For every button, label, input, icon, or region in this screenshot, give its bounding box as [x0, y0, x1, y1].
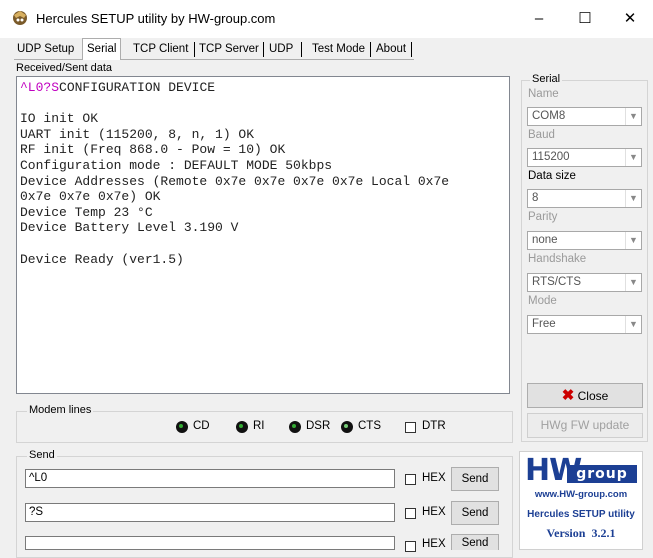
parity-label: Parity [528, 211, 558, 223]
tab-separator [411, 42, 412, 57]
maximize-button[interactable]: ☐ [562, 0, 608, 38]
terminal-line: Device Addresses (Remote 0x7e 0x7e 0x7e … [20, 173, 450, 189]
close-x-icon: ✖ [561, 387, 575, 404]
mode-value: Free [532, 318, 556, 330]
tab-udp[interactable]: UDP [266, 40, 296, 58]
chevron-down-icon: ▼ [625, 190, 641, 207]
window-title: Hercules SETUP utility by HW-group.com [36, 11, 276, 26]
hex-checkbox-2[interactable] [405, 508, 416, 519]
data-size-value: 8 [532, 192, 539, 204]
parity-select[interactable]: none ▼ [527, 231, 642, 250]
logo-version: Version 3.2.1 [546, 526, 616, 540]
cts-led-icon [341, 421, 353, 433]
mode-select[interactable]: Free ▼ [527, 315, 642, 334]
dsr-label: DSR [306, 420, 331, 432]
send-button-2[interactable]: Send [451, 501, 499, 525]
handshake-label: Handshake [528, 253, 587, 265]
cts-label: CTS [358, 420, 381, 432]
terminal-line: Configuration mode : DEFAULT MODE 50kbps [20, 157, 333, 173]
cd-led-icon [176, 421, 188, 433]
received-data-label: Received/Sent data [16, 62, 113, 74]
received-data-terminal[interactable]: ^L0?SCONFIGURATION DEVICE IO init OK UAR… [16, 76, 510, 394]
serial-group-label: Serial [530, 73, 563, 85]
ri-led-icon [236, 421, 248, 433]
chevron-down-icon: ▼ [625, 108, 641, 125]
terminal-line: RF init (Freq 868.0 - Pow = 10) OK [20, 142, 286, 158]
handshake-select[interactable]: RTS/CTS ▼ [527, 273, 642, 292]
tab-udp-setup[interactable]: UDP Setup [14, 40, 77, 58]
tab-test-mode[interactable]: Test Mode [309, 40, 368, 58]
dtr-checkbox[interactable] [405, 422, 416, 433]
baud-label: Baud [528, 129, 555, 141]
hex-label-1: HEX [422, 472, 446, 484]
logo-group: group [567, 465, 637, 483]
logo-hw: HW [525, 453, 582, 488]
hex-label-3: HEX [422, 538, 446, 550]
hwg-fw-update-button[interactable]: HWg FW update [527, 413, 643, 438]
name-label: Name [528, 88, 559, 100]
send-button-1[interactable]: Send [451, 467, 499, 491]
tab-serial[interactable]: Serial [82, 38, 122, 60]
dtr-label: DTR [422, 420, 446, 432]
baud-value: 115200 [532, 151, 570, 163]
hex-label-2: HEX [422, 506, 446, 518]
tab-separator [370, 42, 371, 57]
port-name-value: COM8 [532, 110, 566, 122]
terminal-line: UART init (115200, 8, n, 1) OK [20, 126, 255, 142]
close-window-button[interactable]: ✕ [607, 0, 653, 38]
logo-url: www.HW-group.com [534, 489, 628, 500]
terminal-line: IO init OK [20, 111, 99, 127]
cd-label: CD [193, 420, 210, 432]
minimize-button[interactable]: – [516, 0, 562, 38]
terminal-line: Device Battery Level 3.190 V [20, 220, 239, 236]
send-input-1[interactable]: ^L0 [25, 469, 395, 488]
tab-separator [263, 42, 264, 57]
send-group-label: Send [27, 449, 57, 461]
parity-value: none [532, 234, 558, 246]
terminal-line: 0x7e 0x7e 0x7e) OK [20, 189, 161, 205]
tab-separator [194, 42, 195, 57]
terminal-first-line: CONFIGURATION DEVICE [59, 80, 216, 95]
data-size-select[interactable]: 8 ▼ [527, 189, 642, 208]
port-name-select[interactable]: COM8 ▼ [527, 107, 642, 126]
hex-checkbox-1[interactable] [405, 474, 416, 485]
send-button-3[interactable]: Send [451, 534, 499, 550]
chevron-down-icon: ▼ [625, 232, 641, 249]
ri-label: RI [253, 420, 265, 432]
terminal-line: Device Temp 23 °C [20, 204, 153, 220]
tab-tcp-client[interactable]: TCP Client [130, 40, 191, 58]
close-port-label: Close [577, 389, 609, 403]
dsr-led-icon [289, 421, 301, 433]
chevron-down-icon: ▼ [625, 316, 641, 333]
baud-select[interactable]: 115200 ▼ [527, 148, 642, 167]
data-size-label: Data size [528, 170, 576, 182]
terminal-line: Device Ready (ver1.5) [20, 251, 184, 267]
mode-label: Mode [528, 295, 557, 307]
send-input-2[interactable]: ?S [25, 503, 395, 522]
tab-strip: UDP Setup Serial TCP Client TCP Server U… [14, 38, 414, 60]
tab-separator [301, 42, 302, 57]
chevron-down-icon: ▼ [625, 274, 641, 291]
modem-lines-label: Modem lines [27, 404, 94, 416]
hercules-app-icon [11, 9, 29, 27]
logo-product: Hercules SETUP utility [527, 509, 635, 520]
hw-group-logo[interactable]: HW group www.HW-group.com Hercules SETUP… [519, 451, 643, 550]
tab-about[interactable]: About [373, 40, 409, 58]
close-port-button[interactable]: ✖ Close [527, 383, 643, 408]
tab-tcp-server[interactable]: TCP Server [196, 40, 262, 58]
chevron-down-icon: ▼ [625, 149, 641, 166]
handshake-value: RTS/CTS [532, 276, 581, 288]
terminal-prefix: ^L0?S [20, 80, 60, 95]
send-input-3[interactable] [25, 536, 395, 550]
hex-checkbox-3[interactable] [405, 541, 416, 552]
